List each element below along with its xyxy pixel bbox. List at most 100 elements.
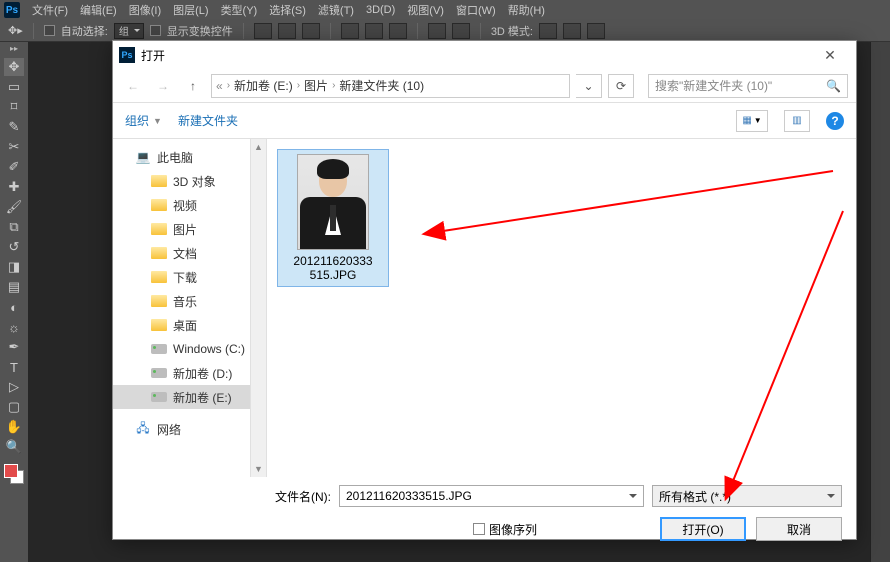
scroll-up-icon[interactable]: ▲ <box>251 139 266 155</box>
tree-desktop[interactable]: 桌面 <box>113 313 266 337</box>
view-mode-button[interactable]: ▦▼ <box>736 110 768 132</box>
stamp-tool[interactable]: ⧉ <box>4 218 24 236</box>
align-btn-2[interactable] <box>278 23 296 39</box>
breadcrumb-seg-2[interactable]: 图片 <box>304 77 328 94</box>
folder-icon <box>151 271 167 283</box>
file-list-area[interactable]: 201211620333 515.JPG <box>267 139 856 477</box>
menu-help[interactable]: 帮助(H) <box>502 2 551 18</box>
shape-tool[interactable]: ▢ <box>4 398 24 416</box>
menu-layer[interactable]: 图层(L) <box>167 2 214 18</box>
layer-group-dropdown[interactable]: 组 <box>114 23 144 39</box>
dodge-tool[interactable]: ☼ <box>4 318 24 336</box>
auto-select-label: 自动选择: <box>61 23 108 39</box>
tree-scrollbar[interactable]: ▲ ▼ <box>250 139 266 477</box>
toolbox-collapse-icon[interactable]: ▸▸ <box>10 46 18 52</box>
brush-tool[interactable]: 🖌 <box>4 198 24 216</box>
menu-window[interactable]: 窗口(W) <box>450 2 502 18</box>
dist-btn-1[interactable] <box>428 23 446 39</box>
tree-documents[interactable]: 文档 <box>113 241 266 265</box>
tree-this-pc[interactable]: 💻此电脑 <box>113 145 266 169</box>
zoom-tool[interactable]: 🔍 <box>4 438 24 456</box>
tree-drive-e[interactable]: 新加卷 (E:) <box>113 385 266 409</box>
show-transform-label: 显示变换控件 <box>167 23 233 39</box>
blur-tool[interactable]: ◐ <box>4 298 24 316</box>
refresh-icon[interactable]: ⟳ <box>608 74 634 98</box>
pc-icon: 💻 <box>135 150 151 164</box>
auto-select-checkbox[interactable] <box>44 25 55 36</box>
quick-select-tool[interactable]: ✎ <box>4 118 24 136</box>
tree-drive-d[interactable]: 新加卷 (D:) <box>113 361 266 385</box>
cancel-button[interactable]: 取消 <box>756 517 842 541</box>
menu-edit[interactable]: 编辑(E) <box>74 2 123 18</box>
mode3d-btn-1[interactable] <box>539 23 557 39</box>
tree-music[interactable]: 音乐 <box>113 289 266 313</box>
dist-btn-2[interactable] <box>452 23 470 39</box>
align-btn-3[interactable] <box>302 23 320 39</box>
folder-icon <box>151 247 167 259</box>
tree-downloads[interactable]: 下载 <box>113 265 266 289</box>
tree-3d-objects[interactable]: 3D 对象 <box>113 169 266 193</box>
mode3d-label: 3D 模式: <box>491 23 533 39</box>
file-thumbnail <box>297 154 369 250</box>
folder-icon <box>151 199 167 211</box>
pen-tool[interactable]: ✒ <box>4 338 24 356</box>
path-tool[interactable]: ▷ <box>4 378 24 396</box>
align-btn-1[interactable] <box>254 23 272 39</box>
tree-network[interactable]: 🖧网络 <box>113 417 266 441</box>
crop-tool[interactable]: ✂ <box>4 138 24 156</box>
hand-tool[interactable]: ✋ <box>4 418 24 436</box>
menu-filter[interactable]: 滤镜(T) <box>312 2 360 18</box>
close-icon[interactable]: ✕ <box>810 41 850 69</box>
eyedropper-tool[interactable]: ✐ <box>4 158 24 176</box>
help-icon[interactable]: ? <box>826 112 844 130</box>
search-icon: 🔍 <box>826 79 841 93</box>
open-button[interactable]: 打开(O) <box>660 517 746 541</box>
menu-image[interactable]: 图像(I) <box>123 2 167 18</box>
mode3d-btn-3[interactable] <box>587 23 605 39</box>
color-swatch[interactable] <box>4 464 24 484</box>
file-item-selected[interactable]: 201211620333 515.JPG <box>277 149 389 287</box>
menu-view[interactable]: 视图(V) <box>401 2 450 18</box>
ps-panels-dock <box>870 42 890 562</box>
menu-select[interactable]: 选择(S) <box>263 2 312 18</box>
disk-icon <box>151 392 167 402</box>
scroll-down-icon[interactable]: ▼ <box>251 461 266 477</box>
tree-pictures[interactable]: 图片 <box>113 217 266 241</box>
search-placeholder: 搜索"新建文件夹 (10)" <box>655 77 772 94</box>
tree-drive-c[interactable]: Windows (C:) <box>113 337 266 361</box>
menu-file[interactable]: 文件(F) <box>26 2 74 18</box>
breadcrumb[interactable]: « › 新加卷 (E:) › 图片 › 新建文件夹 (10) <box>211 74 570 98</box>
heal-tool[interactable]: ✚ <box>4 178 24 196</box>
search-input[interactable]: 搜索"新建文件夹 (10)" 🔍 <box>648 74 848 98</box>
disk-icon <box>151 344 167 354</box>
nav-dropdown-icon[interactable]: ⌄ <box>576 74 602 98</box>
preview-pane-button[interactable]: ▥ <box>784 110 810 132</box>
fg-color-icon[interactable] <box>4 464 18 478</box>
type-tool[interactable]: T <box>4 358 24 376</box>
show-transform-checkbox[interactable] <box>150 25 161 36</box>
align-btn-6[interactable] <box>389 23 407 39</box>
ps-logo-icon: Ps <box>4 2 20 18</box>
tree-videos[interactable]: 视频 <box>113 193 266 217</box>
menu-3d[interactable]: 3D(D) <box>360 4 401 16</box>
eraser-tool[interactable]: ◨ <box>4 258 24 276</box>
nav-up-icon[interactable]: ↑ <box>181 74 205 98</box>
lasso-tool[interactable]: ⌑ <box>4 98 24 116</box>
nav-back-icon[interactable]: ← <box>121 74 145 98</box>
align-btn-5[interactable] <box>365 23 383 39</box>
breadcrumb-seg-1[interactable]: 新加卷 (E:) <box>234 77 293 94</box>
align-btn-4[interactable] <box>341 23 359 39</box>
filename-input[interactable]: 201211620333515.JPG <box>339 485 644 507</box>
breadcrumb-seg-3[interactable]: 新建文件夹 (10) <box>339 77 424 94</box>
gradient-tool[interactable]: ▤ <box>4 278 24 296</box>
move-tool[interactable]: ✥ <box>4 58 24 76</box>
folder-icon <box>151 223 167 235</box>
marquee-tool[interactable]: ▭ <box>4 78 24 96</box>
menu-type[interactable]: 类型(Y) <box>215 2 264 18</box>
image-sequence-checkbox[interactable]: 图像序列 <box>473 521 537 538</box>
file-filter-dropdown[interactable]: 所有格式 (*.*) <box>652 485 842 507</box>
history-brush-tool[interactable]: ↺ <box>4 238 24 256</box>
new-folder-button[interactable]: 新建文件夹 <box>178 112 238 129</box>
organize-dropdown[interactable]: 组织▼ <box>125 112 162 129</box>
mode3d-btn-2[interactable] <box>563 23 581 39</box>
